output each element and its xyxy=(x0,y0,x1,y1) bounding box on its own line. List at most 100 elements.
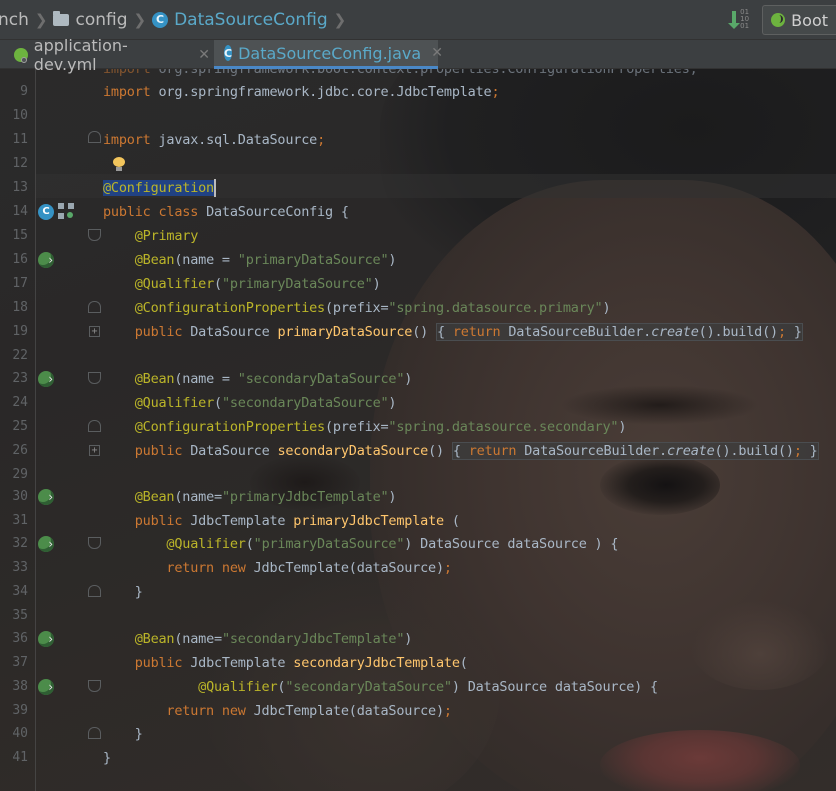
code-text[interactable]: @Primary xyxy=(103,224,199,248)
close-icon[interactable]: ✕ xyxy=(198,47,210,63)
code-line: 34 } xyxy=(0,580,836,604)
code-line: 31 public JdbcTemplate primaryJdbcTempla… xyxy=(0,509,836,533)
line-number: 18 xyxy=(12,300,28,315)
code-text[interactable]: return new JdbcTemplate(dataSource); xyxy=(103,699,452,723)
bean-navigate-icon[interactable] xyxy=(38,371,54,387)
breadcrumb-item-config[interactable]: config xyxy=(53,0,128,40)
line-number: 41 xyxy=(12,750,28,765)
bean-navigate-icon[interactable] xyxy=(38,252,54,268)
code-line: 18 @ConfigurationProperties(prefix="spri… xyxy=(0,296,836,320)
code-line: 23 @Bean(name = "secondaryDataSource") xyxy=(0,367,836,391)
code-text[interactable]: public DataSource secondaryDataSource() … xyxy=(103,439,819,463)
fold-end-icon[interactable] xyxy=(88,585,101,597)
code-line: 33 return new JdbcTemplate(dataSource); xyxy=(0,556,836,580)
fold-start-icon[interactable] xyxy=(88,680,101,692)
code-text[interactable]: import org.springframework.jdbc.core.Jdb… xyxy=(103,80,500,104)
code-text[interactable]: @Qualifier("secondaryDataSource") xyxy=(103,391,397,415)
tab-label: application-dev.yml xyxy=(33,35,128,74)
code-editor[interactable]: import org.springframework.boot.context.… xyxy=(0,69,836,791)
fold-start-icon[interactable] xyxy=(88,537,101,549)
vcs-update-icon[interactable]: 01 10 01 xyxy=(728,9,752,31)
fold-end-icon[interactable] xyxy=(88,420,101,432)
code-text[interactable]: @Bean(name="secondaryJdbcTemplate") xyxy=(103,627,413,651)
line-number: 40 xyxy=(12,726,28,741)
bean-structure-icon[interactable] xyxy=(58,203,76,221)
code-line: 32 @Qualifier("primaryDataSource") DataS… xyxy=(0,532,836,556)
lightbulb-icon[interactable] xyxy=(113,157,125,171)
code-line: 15 @Primary xyxy=(0,224,836,248)
code-line: 40 } xyxy=(0,722,836,746)
code-line: 16 @Bean(name = "primaryDataSource") xyxy=(0,248,836,272)
line-number: 30 xyxy=(12,489,28,504)
line-number: 9 xyxy=(20,84,28,99)
yaml-spring-icon xyxy=(14,47,28,63)
code-line: 41 } xyxy=(0,746,836,770)
code-text[interactable]: @ConfigurationProperties(prefix="spring.… xyxy=(103,296,611,320)
fold-start-icon[interactable] xyxy=(88,229,101,241)
code-text[interactable]: @Qualifier("primaryDataSource") DataSour… xyxy=(103,532,618,556)
code-text[interactable]: @Qualifier("primaryDataSource") xyxy=(103,272,381,296)
spring-boot-icon xyxy=(771,13,786,27)
code-text[interactable]: @Bean(name = "primaryDataSource") xyxy=(103,248,397,272)
spring-configuration-icon[interactable]: C xyxy=(38,204,54,220)
breadcrumb-separator-icon: ❯ xyxy=(34,10,48,29)
line-number: 10 xyxy=(12,108,28,123)
code-text[interactable]: @Configuration xyxy=(103,176,216,200)
code-text[interactable]: @Qualifier("secondaryDataSource") DataSo… xyxy=(103,675,658,699)
line-number: 34 xyxy=(12,584,28,599)
code-line: 14 C public class DataSourceConfig { xyxy=(0,200,836,224)
bean-navigate-icon[interactable] xyxy=(38,489,54,505)
code-text[interactable]: public class DataSourceConfig { xyxy=(103,200,349,224)
code-line: 17 @Qualifier("primaryDataSource") xyxy=(0,272,836,296)
close-icon[interactable]: ✕ xyxy=(431,45,443,61)
code-line: 10 xyxy=(0,104,836,128)
fold-start-icon[interactable] xyxy=(88,372,101,384)
line-number: 32 xyxy=(12,536,28,551)
fold-expand-icon[interactable]: + xyxy=(89,326,100,337)
bean-navigate-icon[interactable] xyxy=(38,679,54,695)
code-text[interactable]: @Bean(name = "secondaryDataSource") xyxy=(103,367,413,391)
line-number: 26 xyxy=(12,443,28,458)
line-number: 35 xyxy=(12,608,28,623)
tab-label: DataSourceConfig.java xyxy=(238,43,422,63)
line-number: 36 xyxy=(12,631,28,646)
line-number: 15 xyxy=(12,228,28,243)
code-text[interactable]: public JdbcTemplate secondaryJdbcTemplat… xyxy=(103,651,468,675)
code-text[interactable]: import javax.sql.DataSource; xyxy=(103,128,325,152)
code-line: 30 @Bean(name="primaryJdbcTemplate") xyxy=(0,485,836,509)
code-line: 22 xyxy=(0,344,836,368)
code-line: 38 @Qualifier("secondaryDataSource") Dat… xyxy=(0,675,836,699)
tab-datasourceconfig-java[interactable]: C DataSourceConfig.java ✕ xyxy=(214,40,443,69)
line-number: 16 xyxy=(12,252,28,267)
breadcrumb-label: nch xyxy=(0,9,29,30)
code-text[interactable]: @Bean(name="primaryJdbcTemplate") xyxy=(103,485,397,509)
navigation-bar: nch ❯ config ❯ C DataSourceConfig ❯ 01 10… xyxy=(0,0,836,40)
nav-toolbar: 01 10 01 Boot xyxy=(728,0,836,40)
fold-expand-icon[interactable]: + xyxy=(89,445,100,456)
code-line: 36 @Bean(name="secondaryJdbcTemplate") xyxy=(0,627,836,651)
fold-end-icon[interactable] xyxy=(88,727,101,739)
bean-navigate-icon[interactable] xyxy=(38,631,54,647)
code-text[interactable]: } xyxy=(103,722,143,746)
code-text[interactable]: } xyxy=(103,580,143,604)
breadcrumb-item-project[interactable]: nch xyxy=(0,0,29,40)
class-icon: C xyxy=(224,45,233,61)
breadcrumb-separator-icon: ❯ xyxy=(133,10,147,29)
code-text[interactable]: @ConfigurationProperties(prefix="spring.… xyxy=(103,415,627,439)
line-number: 17 xyxy=(12,276,28,291)
breadcrumb-separator-icon: ❯ xyxy=(333,10,347,29)
line-number: 31 xyxy=(12,513,28,528)
code-text[interactable]: public JdbcTemplate primaryJdbcTemplate … xyxy=(103,509,460,533)
breadcrumb-item-datasourceconfig[interactable]: C DataSourceConfig xyxy=(152,0,328,40)
bean-navigate-icon[interactable] xyxy=(38,536,54,552)
code-text[interactable]: return new JdbcTemplate(dataSource); xyxy=(103,556,452,580)
line-number: 22 xyxy=(12,348,28,363)
line-number: 25 xyxy=(12,419,28,434)
run-configuration-button[interactable]: Boot xyxy=(762,5,836,35)
tab-application-dev-yml[interactable]: application-dev.yml ✕ xyxy=(14,36,210,74)
fold-end-icon[interactable] xyxy=(88,131,101,143)
fold-end-icon[interactable] xyxy=(88,301,101,313)
code-text[interactable]: } xyxy=(103,746,111,770)
code-text[interactable]: public DataSource primaryDataSource() { … xyxy=(103,320,803,344)
code-line: 24 @Qualifier("secondaryDataSource") xyxy=(0,391,836,415)
